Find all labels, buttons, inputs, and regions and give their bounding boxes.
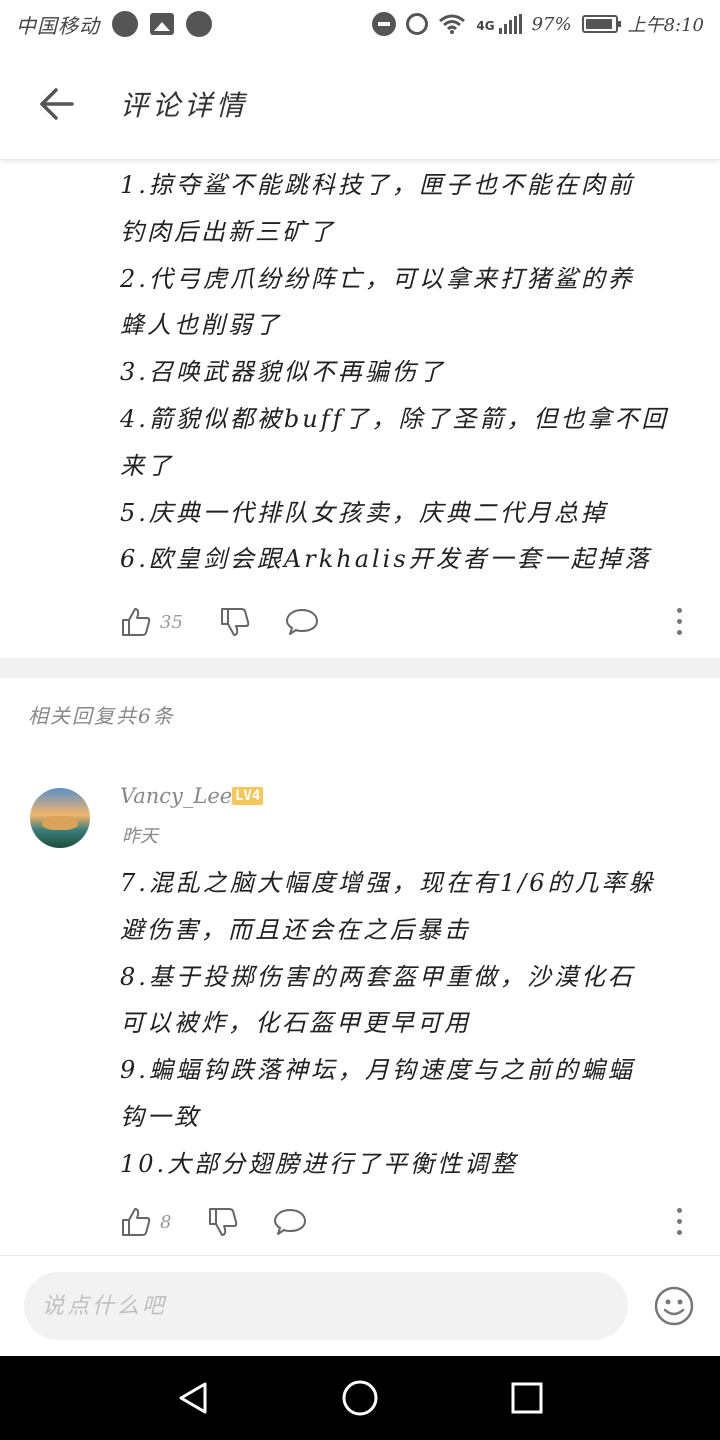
gallery-icon [150, 13, 174, 35]
back-button[interactable] [28, 76, 84, 132]
comment-line: 来了 [120, 451, 174, 480]
triangle-back-icon [179, 1382, 207, 1414]
carrier-name: 中国移动 [16, 13, 100, 38]
thumb-down-icon [220, 608, 250, 636]
reply-line: 8.基于投掷伤害的两套盔甲重做，沙漠化石 [120, 962, 635, 991]
dislike-button[interactable] [219, 606, 251, 638]
comment-input[interactable] [24, 1272, 628, 1340]
like-count: 35 [160, 611, 183, 633]
reply-button[interactable] [273, 1207, 307, 1237]
reply-line: 可以被炸，化石盔甲更早可用 [120, 1009, 471, 1038]
section-divider [0, 658, 720, 678]
reply-line: 避伤害，而且还会在之后暴击 [120, 915, 471, 944]
comment-line: 6.欧皇剑会跟Arkhalis开发者一套一起掉落 [120, 545, 652, 574]
like-button[interactable]: 8 [120, 1206, 171, 1238]
wifi-icon [439, 14, 466, 34]
comment-input-bar [0, 1256, 720, 1356]
nav-back-button[interactable] [163, 1368, 223, 1428]
nav-home-button[interactable] [330, 1368, 390, 1428]
comment-actions: 35 [0, 598, 720, 646]
page-title: 评论详情 [120, 88, 249, 122]
related-replies-header: 相关回复共6条 [28, 704, 175, 728]
comment-line: 蜂人也削弱了 [120, 311, 282, 340]
arrow-left-icon [40, 87, 74, 120]
reply-timestamp: 昨天 [122, 826, 158, 847]
reply-line: 钩一致 [120, 1102, 201, 1131]
reply-line: 7.混乱之脑大幅度增强，现在有1/6的几率躲 [120, 869, 656, 897]
comment-line: 3.召唤武器貌似不再骗伤了 [120, 358, 446, 387]
circle-home-icon [342, 1380, 378, 1416]
comment-body[interactable]: 1.掠夺鲨不能跳科技了，匣子也不能在肉前 钓肉后出新三矿了 2.代弓虎爪纷纷阵亡… [0, 162, 720, 583]
clock: 上午8:10 [627, 15, 704, 36]
main-comment: 1.掠夺鲨不能跳科技了，匣子也不能在肉前 钓肉后出新三矿了 2.代弓虎爪纷纷阵亡… [0, 162, 720, 583]
reply-comment: 7.混乱之脑大幅度增强，现在有1/6的几率躲 避伤害，而且还会在之后暴击 8.基… [0, 860, 720, 1188]
nav-recent-button[interactable] [497, 1368, 557, 1428]
level-badge: LV4 [232, 787, 264, 805]
thumb-up-icon [122, 608, 151, 636]
comment-line: 5.庆典一代排队女孩卖，庆典二代月总掉 [120, 498, 608, 527]
reply-line: 10.大部分翅膀进行了平衡性调整 [120, 1149, 519, 1178]
battery-icon [581, 15, 621, 33]
notification-icon [112, 11, 138, 37]
more-options-button[interactable] [677, 608, 682, 635]
thumb-down-icon [209, 1208, 238, 1236]
reply-actions: 8 [0, 1198, 720, 1246]
signal-icon [498, 14, 522, 34]
more-options-button[interactable] [677, 1208, 682, 1235]
do-not-disturb-icon [372, 12, 397, 36]
dislike-button[interactable] [207, 1206, 239, 1238]
notification-icon [186, 11, 212, 37]
reply-line: 9.蝙蝠钩跌落神坛，月钩速度与之前的蝙蝠 [120, 1056, 635, 1085]
smiley-icon [654, 1286, 694, 1326]
avatar[interactable] [30, 788, 90, 848]
network-type: 4G [476, 19, 495, 33]
thumb-up-icon [122, 1208, 151, 1236]
comment-line: 1.掠夺鲨不能跳科技了，匣子也不能在肉前 [120, 171, 635, 199]
reply-username[interactable]: Vancy_Lee [120, 784, 232, 808]
like-count: 8 [160, 1211, 172, 1233]
comment-line: 2.代弓虎爪纷纷阵亡，可以拿来打猪鲨的养 [120, 264, 635, 293]
battery-percent: 97% [531, 13, 572, 35]
system-nav-bar [0, 1356, 720, 1440]
like-button[interactable]: 35 [120, 606, 183, 638]
status-bar: 中国移动 4G 97% 上午8:10 [0, 0, 720, 48]
app-header: 评论详情 [0, 48, 720, 160]
speech-bubble-icon [274, 1209, 307, 1235]
comment-line: 4.箭貌似都被buff了，除了圣箭，但也拿不回 [120, 404, 669, 433]
reply-button[interactable] [285, 607, 319, 637]
alarm-icon [406, 13, 429, 35]
square-recent-icon [511, 1382, 543, 1414]
speech-bubble-icon [285, 609, 318, 635]
emoji-button[interactable] [654, 1286, 694, 1326]
reply-body[interactable]: 7.混乱之脑大幅度增强，现在有1/6的几率躲 避伤害，而且还会在之后暴击 8.基… [0, 860, 720, 1188]
comment-line: 钓肉后出新三矿了 [120, 217, 336, 246]
